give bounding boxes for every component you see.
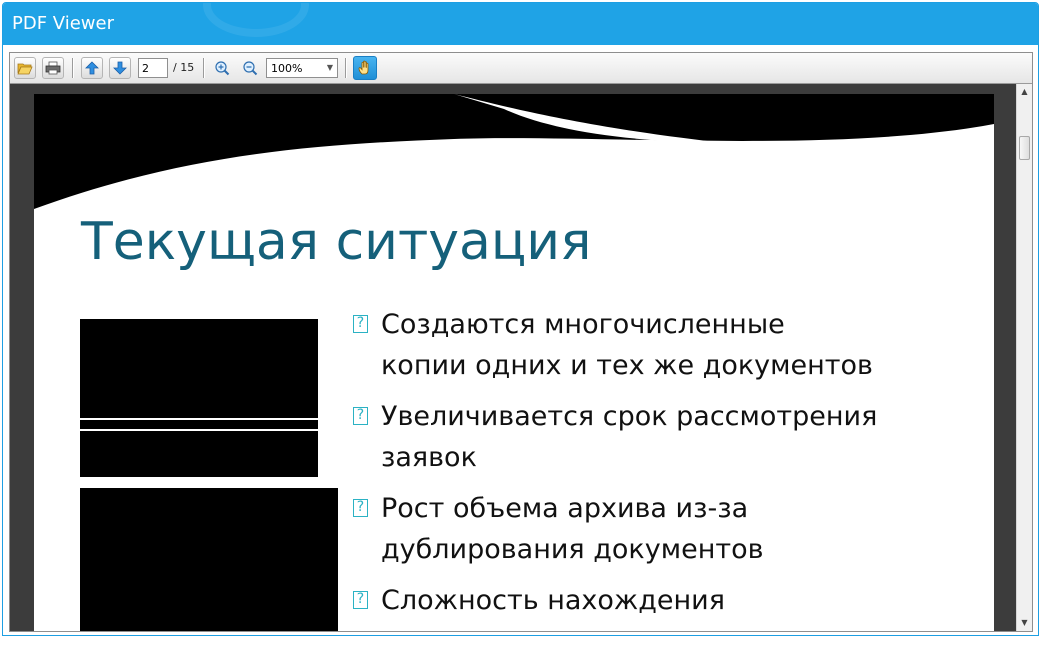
toolbar: / 15 100% ▼ — [10, 53, 1032, 84]
pdf-viewer-window: PDF Viewer 2 / 15 100% ▼ Текущая ситуаци… — [2, 2, 1039, 636]
bullet-icon: ? — [353, 591, 368, 609]
scrollbar-thumb[interactable] — [1019, 136, 1030, 160]
list-item: ? Рост объема архива из-за дублирования … — [351, 488, 971, 570]
toolbar-separator — [72, 58, 73, 78]
zoom-out-button[interactable] — [239, 57, 261, 79]
zoom-out-icon — [243, 61, 258, 76]
title-bar: PDF Viewer — [3, 3, 1038, 45]
scroll-down-icon[interactable]: ▼ — [1017, 615, 1032, 631]
toolbar-separator — [203, 58, 204, 78]
scroll-up-icon[interactable]: ▲ — [1017, 84, 1032, 100]
print-button[interactable] — [42, 57, 64, 79]
bullet-line: копии одних и тех же документов — [381, 350, 873, 381]
slide-image — [80, 488, 338, 631]
slide-bullet-list: ? Создаются многочисленные копии одних и… — [351, 304, 971, 631]
bullet-icon: ? — [353, 315, 368, 333]
title-bar-decoration — [203, 3, 309, 37]
list-item: ? Увеличивается срок рассмотрения заявок — [351, 396, 971, 478]
zoom-in-icon — [215, 61, 230, 76]
slide-header-wave — [34, 94, 994, 209]
list-item: ? Сложность нахождения — [351, 580, 971, 621]
pdf-viewer-panel: / 15 100% ▼ — [9, 52, 1033, 632]
zoom-level-select[interactable]: 100% ▼ — [266, 58, 338, 78]
bullet-line: заявок — [381, 442, 477, 473]
arrow-up-icon — [85, 61, 99, 75]
vertical-scrollbar[interactable]: ▲ ▼ — [1016, 84, 1032, 631]
previous-page-button[interactable] — [81, 57, 103, 79]
document-canvas[interactable]: Текущая ситуация ? Создаются многочислен… — [10, 84, 1016, 631]
page-number-input[interactable] — [138, 58, 168, 78]
zoom-level-value: 100% — [271, 62, 303, 75]
slide-image — [80, 319, 318, 477]
bullet-line: Создаются многочисленные — [381, 309, 785, 340]
open-file-button[interactable] — [14, 57, 36, 79]
bullet-line: Увеличивается срок рассмотрения — [381, 401, 878, 432]
list-item: ? Создаются многочисленные копии одних и… — [351, 304, 971, 386]
arrow-down-icon — [113, 61, 127, 75]
bullet-icon: ? — [353, 407, 368, 425]
pan-tool-button[interactable] — [353, 56, 377, 80]
total-pages-label: / 15 — [173, 61, 195, 74]
chevron-down-icon: ▼ — [326, 63, 333, 72]
zoom-in-button[interactable] — [211, 57, 233, 79]
bullet-line: Сложность нахождения — [381, 585, 725, 616]
bullet-line: Рост объема архива из-за — [381, 493, 749, 524]
toolbar-separator — [345, 58, 346, 78]
folder-open-icon — [17, 63, 33, 75]
slide-title: Текущая ситуация — [81, 212, 592, 272]
bullet-icon: ? — [353, 499, 368, 517]
next-page-button[interactable] — [109, 57, 131, 79]
hand-icon — [358, 60, 369, 75]
printer-icon — [45, 61, 61, 75]
window-title: PDF Viewer — [12, 13, 114, 34]
bullet-line: дублирования документов — [381, 534, 764, 565]
slide-image-divider — [80, 418, 318, 420]
slide-image-divider — [80, 429, 318, 431]
pdf-page: Текущая ситуация ? Создаются многочислен… — [34, 94, 994, 631]
